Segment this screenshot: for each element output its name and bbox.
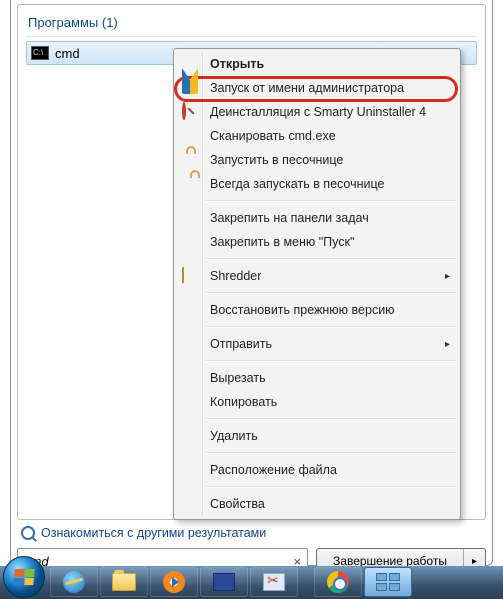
folder-icon: [112, 573, 136, 591]
lock-open-icon: [182, 176, 198, 192]
menu-uninstall-label: Деинсталляция с Smarty Uninstaller 4: [210, 105, 426, 119]
taskbar-media-player[interactable]: [150, 567, 198, 597]
menu-open-location[interactable]: Расположение файла: [176, 458, 458, 482]
menu-restore-label: Восстановить прежнюю версию: [210, 303, 395, 317]
menu-shredder[interactable]: Shredder ▸: [176, 264, 458, 288]
uninstall-icon: [182, 104, 198, 120]
menu-cut-label: Вырезать: [210, 371, 266, 385]
menu-copy-label: Копировать: [210, 395, 277, 409]
separator: [206, 292, 456, 294]
menu-pin-start[interactable]: Закрепить в меню "Пуск": [176, 230, 458, 254]
separator: [206, 452, 456, 454]
menu-open-label: Открыть: [210, 57, 264, 71]
menu-scan-cmd[interactable]: Сканировать cmd.exe: [176, 124, 458, 148]
shield-icon: [182, 80, 198, 96]
menu-properties-label: Свойства: [210, 497, 265, 511]
menu-uninstall-smarty[interactable]: Деинсталляция с Smarty Uninstaller 4: [176, 100, 458, 124]
media-player-icon: [163, 571, 185, 593]
avast-icon: [182, 128, 198, 144]
see-more-results[interactable]: Ознакомиться с другими результатами: [17, 520, 486, 542]
lock-closed-icon: [182, 152, 198, 168]
menu-open-location-label: Расположение файла: [210, 463, 337, 477]
menu-run-as-admin-label: Запуск от имени администратора: [210, 81, 404, 95]
start-button[interactable]: [3, 556, 45, 598]
taskbar-chrome[interactable]: [314, 567, 362, 597]
taskbar-ie[interactable]: [50, 567, 98, 597]
menu-pin-taskbar-label: Закрепить на панели задач: [210, 211, 369, 225]
menu-delete[interactable]: Удалить: [176, 424, 458, 448]
menu-send-to[interactable]: Отправить ▸: [176, 332, 458, 356]
menu-run-as-admin[interactable]: Запуск от имени администратора: [176, 76, 458, 100]
header-label: Программы: [28, 15, 98, 30]
start-menu: Программы (1) C:\ cmd Открыть Запуск от …: [10, 0, 493, 566]
separator: [206, 360, 456, 362]
separator: [206, 486, 456, 488]
scissors-icon: [263, 573, 285, 591]
shredder-icon: [182, 268, 198, 284]
taskbar-explorer[interactable]: [100, 567, 148, 597]
separator: [206, 200, 456, 202]
ie-icon: [63, 571, 85, 593]
menu-delete-label: Удалить: [210, 429, 258, 443]
total-commander-icon: [213, 573, 235, 591]
menu-pin-start-label: Закрепить в меню "Пуск": [210, 235, 354, 249]
menu-scan-label: Сканировать cmd.exe: [210, 129, 336, 143]
taskbar-total-commander[interactable]: [200, 567, 248, 597]
menu-copy[interactable]: Копировать: [176, 390, 458, 414]
submenu-arrow-icon: ▸: [445, 339, 450, 350]
menu-send-to-label: Отправить: [210, 337, 272, 351]
results-panel: Программы (1) C:\ cmd Открыть Запуск от …: [17, 4, 486, 520]
taskbar-active-window[interactable]: [364, 567, 412, 597]
taskbar-snipping[interactable]: [250, 567, 298, 597]
tiles-icon: [376, 573, 400, 591]
result-label: cmd: [55, 46, 80, 61]
menu-restore-previous[interactable]: Восстановить прежнюю версию: [176, 298, 458, 322]
cmd-icon: C:\: [31, 46, 49, 60]
context-menu: Открыть Запуск от имени администратора Д…: [173, 48, 461, 520]
menu-properties[interactable]: Свойства: [176, 492, 458, 516]
header-count: (1): [102, 15, 118, 30]
windows-logo-icon: [13, 569, 35, 585]
menu-open[interactable]: Открыть: [176, 52, 458, 76]
search-icon: [21, 526, 35, 540]
menu-always-sandbox[interactable]: Всегда запускать в песочнице: [176, 172, 458, 196]
results-header: Программы (1): [26, 13, 477, 37]
menu-run-sandbox[interactable]: Запустить в песочнице: [176, 148, 458, 172]
menu-shredder-label: Shredder: [210, 269, 261, 283]
chrome-icon: [327, 571, 349, 593]
menu-pin-taskbar[interactable]: Закрепить на панели задач: [176, 206, 458, 230]
menu-run-sandbox-label: Запустить в песочнице: [210, 153, 343, 167]
see-more-label: Ознакомиться с другими результатами: [41, 526, 266, 540]
menu-cut[interactable]: Вырезать: [176, 366, 458, 390]
taskbar: [0, 566, 503, 599]
separator: [206, 258, 456, 260]
separator: [206, 418, 456, 420]
submenu-arrow-icon: ▸: [445, 271, 450, 282]
menu-always-sandbox-label: Всегда запускать в песочнице: [210, 177, 384, 191]
separator: [206, 326, 456, 328]
